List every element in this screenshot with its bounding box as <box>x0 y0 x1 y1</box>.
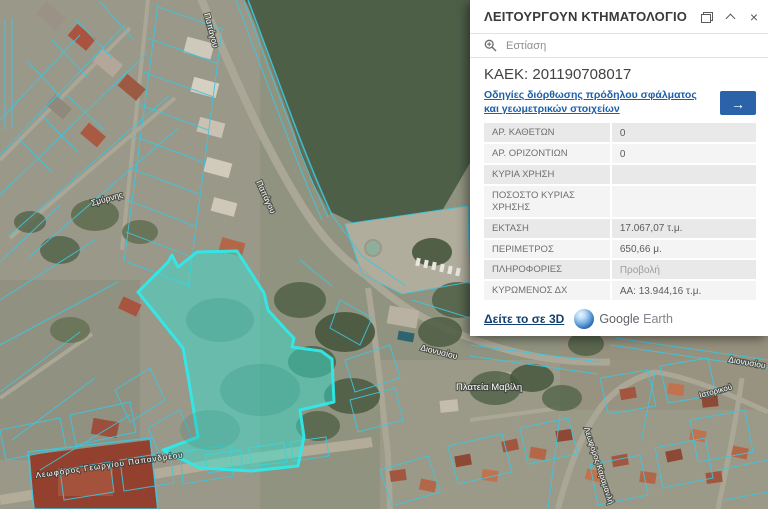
panel-header: ΛΕΙΤΟΥΡΓΟΥΝ ΚΤΗΜΑΤΟΛΟΓΙΟ × <box>470 0 768 34</box>
panel-title: ΛΕΙΤΟΥΡΓΟΥΝ ΚΤΗΜΑΤΟΛΟΓΙΟ <box>484 9 695 24</box>
panel-body: ΚΑΕΚ: 201190708017 Οδηγίες διόρθωσης πρό… <box>470 58 768 302</box>
fountain <box>365 240 381 256</box>
window-restore-icon[interactable] <box>701 12 711 21</box>
attr-value <box>612 165 756 184</box>
table-row: ΕΚΤΑΣΗ 17.067,07 τ.μ. <box>484 219 756 238</box>
table-row: ΚΥΡΩΜΕΝΟΣ ΔΧ ΑΑ: 13.944,16 τ.μ. <box>484 281 756 300</box>
attr-label: ΠΛΗΡΟΦΟΡΙΕΣ <box>484 260 612 279</box>
attr-value: 0 <box>612 144 756 163</box>
table-row: ΠΕΡΙΜΕΤΡΟΣ 650,66 μ. <box>484 240 756 259</box>
kaek-code: ΚΑΕΚ: 201190708017 <box>484 66 756 83</box>
attr-label: ΚΥΡΙΑ ΧΡΗΣΗ <box>484 165 612 184</box>
attr-label: ΑΡ. ΟΡΙΖΟΝΤΙΩΝ <box>484 144 612 163</box>
attr-label: ΚΥΡΩΜΕΝΟΣ ΔΧ <box>484 281 612 300</box>
view-in-3d-link[interactable]: Δείτε το σε 3D <box>484 312 564 326</box>
parcel-attributes-table: ΑΡ. ΚΑΘΕΤΩΝ 0 ΑΡ. ΟΡΙΖΟΝΤΙΩΝ 0 ΚΥΡΙΑ ΧΡΗ… <box>484 123 756 302</box>
table-row: ΠΟΣΟΣΤΟ ΚΥΡΙΑΣ ΧΡΗΣΗΣ <box>484 186 756 217</box>
attr-value <box>612 186 756 217</box>
close-icon[interactable]: × <box>750 10 758 24</box>
go-arrow-button[interactable]: → <box>720 91 756 115</box>
table-row: ΑΡ. ΟΡΙΖΟΝΤΙΩΝ 0 <box>484 144 756 163</box>
panel-footer: Δείτε το σε 3D Google Earth <box>470 302 768 336</box>
collapse-chevron-icon[interactable] <box>725 13 735 23</box>
table-row: ΠΛΗΡΟΦΟΡΙΕΣ Προβολή <box>484 260 756 279</box>
table-row: ΑΡ. ΚΑΘΕΤΩΝ 0 <box>484 123 756 142</box>
table-row: ΚΥΡΙΑ ΧΡΗΣΗ <box>484 165 756 184</box>
google-earth-wordmark-google: Google <box>599 312 639 326</box>
attr-label: ΕΚΤΑΣΗ <box>484 219 612 238</box>
attr-value: ΑΑ: 13.944,16 τ.μ. <box>612 281 756 300</box>
google-earth-wordmark-earth: Earth <box>643 312 673 326</box>
attr-label: ΠΕΡΙΜΕΤΡΟΣ <box>484 240 612 259</box>
attr-label: ΠΟΣΟΣΤΟ ΚΥΡΙΑΣ ΧΡΗΣΗΣ <box>484 186 612 217</box>
focus-search-input[interactable] <box>504 39 754 53</box>
attr-label: ΑΡ. ΚΑΘΕΤΩΝ <box>484 123 612 142</box>
attr-value: 17.067,07 τ.μ. <box>612 219 756 238</box>
google-earth-globe-icon <box>574 309 594 329</box>
google-earth-link[interactable]: Google Earth <box>574 309 673 329</box>
cadastre-app-window: Παπάγου Παπάγου Σμύρνης Διονυσίου Πλατεί… <box>0 0 768 509</box>
attr-value: 0 <box>612 123 756 142</box>
zoom-search-icon <box>484 39 497 52</box>
attr-value: 650,66 μ. <box>612 240 756 259</box>
attr-value-view-link[interactable]: Προβολή <box>612 260 756 279</box>
correction-instructions-link[interactable]: Οδηγίες διόρθωσης πρόδηλου σφάλματος και… <box>484 89 712 116</box>
place-label-mavili-square: Πλατεία Μαβίλη <box>456 382 522 393</box>
search-bar <box>470 34 768 58</box>
ktimatologio-panel: ΛΕΙΤΟΥΡΓΟΥΝ ΚΤΗΜΑΤΟΛΟΓΙΟ × ΚΑΕΚ: 2011907… <box>470 0 768 336</box>
